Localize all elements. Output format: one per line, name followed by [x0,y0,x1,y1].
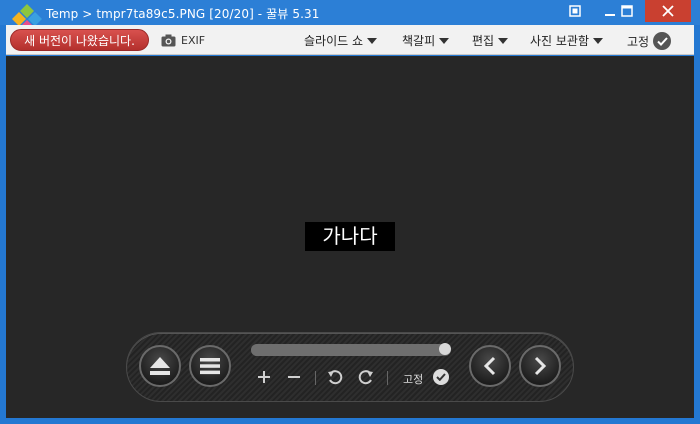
fix-toolbar-label: 고정 [627,34,650,49]
hamburger-menu-icon [200,358,220,375]
exif-button[interactable]: EXIF [161,31,205,49]
compact-mode-button[interactable] [562,0,588,22]
title-bar[interactable]: Temp > tmpr7ta89c5.PNG [20/20] - 꿀뷰 5.31 [0,0,700,29]
app-window: Temp > tmpr7ta89c5.PNG [20/20] - 꿀뷰 5.31 [0,0,700,424]
dropdown-caret-icon [498,38,509,44]
minus-icon [288,376,300,378]
camera-icon [161,34,176,46]
check-icon [653,32,672,50]
plus-icon [258,371,270,383]
dropdown-caret-icon [439,38,450,44]
menu-edit[interactable]: 편집 [472,32,509,49]
zoom-out-button[interactable] [285,367,303,387]
divider [387,371,388,385]
menu-bookmark-label: 책갈피 [402,34,436,48]
chevron-left-icon [483,356,496,376]
dropdown-caret-icon [367,38,378,44]
exif-label: EXIF [181,33,206,47]
check-icon[interactable] [433,369,449,385]
rotate-left-icon [328,370,343,385]
menu-slideshow[interactable]: 슬라이드 쇼 [304,32,378,49]
eject-button[interactable] [139,345,181,387]
window-title: Temp > tmpr7ta89c5.PNG [20/20] - 꿀뷰 5.31 [46,7,320,21]
fix-toolbar-toggle[interactable]: 고정 [627,32,672,50]
rotate-left-button[interactable] [326,367,344,387]
fix-controlbar-label: 고정 [403,373,424,386]
rotate-right-icon [358,370,373,385]
close-icon [662,5,674,17]
dropdown-caret-icon [593,38,604,44]
divider [315,371,316,385]
image-viewer[interactable]: 가나다 고정 [6,56,694,418]
compact-mode-icon [569,5,581,17]
maximize-button[interactable] [614,0,640,22]
menu-edit-label: 편집 [472,34,495,48]
maximize-icon [621,5,633,17]
previous-image-button[interactable] [469,345,511,387]
toolbar: 새 버전이 나왔습니다. EXIF 슬라이드 쇼 책갈피 편집 사진 보관함 고… [6,25,694,55]
menu-bookmark[interactable]: 책갈피 [402,32,450,49]
menu-photo-album-label: 사진 보관함 [530,34,590,48]
menu-button[interactable] [189,345,231,387]
position-slider[interactable] [251,343,451,356]
menu-photo-album[interactable]: 사진 보관함 [530,32,604,49]
eject-icon [150,357,170,375]
position-slider-handle[interactable] [439,343,451,355]
close-button[interactable] [645,0,691,22]
control-bar: 고정 [126,332,574,402]
new-version-button[interactable]: 새 버전이 나왔습니다. [10,29,149,51]
zoom-in-button[interactable] [255,367,273,387]
rotate-right-button[interactable] [357,367,375,387]
next-image-button[interactable] [519,345,561,387]
chevron-right-icon [534,356,547,376]
position-slider-fill [251,344,445,356]
menu-slideshow-label: 슬라이드 쇼 [304,34,364,48]
displayed-image: 가나다 [305,222,395,251]
